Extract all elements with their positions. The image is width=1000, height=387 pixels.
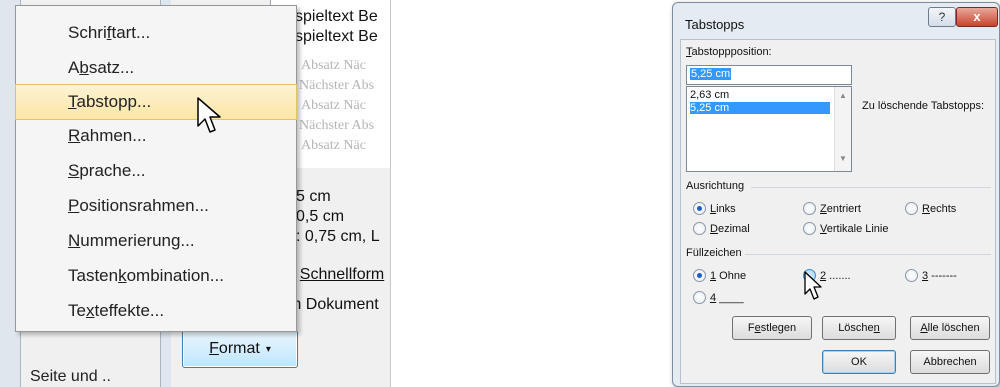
scroll-up-icon[interactable]: ▲: [835, 91, 851, 100]
ok-button[interactable]: OK: [822, 350, 896, 374]
radio-vertical-line[interactable]: Vertikale Linie: [803, 222, 889, 235]
tabs-dialog: Tabstopps ? x Tabstoppposition: 5,25 cm …: [672, 2, 1000, 387]
delete-all-button[interactable]: Alle löschen: [910, 316, 990, 340]
set-button[interactable]: Festlegen: [732, 316, 812, 340]
format-menu: Schriftart... Absatz... Tabstopp... Rahm…: [15, 5, 297, 332]
cancel-button[interactable]: Abbrechen: [910, 350, 990, 374]
word-dialog-fragment: Seite und .. spieltext Be spieltext Be A…: [0, 0, 391, 387]
menu-item-paragraph[interactable]: Absatz...: [16, 51, 296, 85]
list-item[interactable]: 2,63 cm: [690, 89, 830, 101]
menu-item-frame[interactable]: Positionsrahmen...: [16, 189, 296, 223]
bottom-text: Seite und ..: [30, 368, 111, 385]
menu-item-tabs[interactable]: Tabstopp...: [15, 84, 297, 120]
fill-group-title: Füllzeichen: [686, 247, 742, 259]
radio-decimal[interactable]: Dezimal: [693, 222, 750, 235]
help-button[interactable]: ?: [928, 7, 956, 27]
preview-ghost: Absatz Näc: [301, 58, 366, 73]
scroll-down-icon[interactable]: ▼: [835, 154, 851, 163]
radio-dot: [693, 291, 706, 304]
preview-line: spieltext Be: [295, 8, 378, 25]
radio-left[interactable]: Links: [693, 202, 736, 215]
quick-style-line: r Schnellform: [290, 266, 384, 284]
menu-item-language[interactable]: Sprache...: [16, 154, 296, 188]
tab-position-list[interactable]: 2,63 cm 5,25 cm ▲ ▼: [686, 86, 852, 172]
menu-item-shortcut[interactable]: Tastenkombination...: [16, 259, 296, 293]
radio-fill-underline[interactable]: 4 ____: [693, 291, 744, 304]
menu-item-border[interactable]: Rahmen...: [16, 119, 296, 153]
radio-dot: [693, 269, 706, 282]
quick-style-link[interactable]: Schnellform: [300, 266, 384, 283]
radio-dot: [905, 202, 918, 215]
delete-button[interactable]: Löschen: [822, 316, 896, 340]
desc-line: 5 cm: [296, 188, 331, 205]
radio-dot: [693, 222, 706, 235]
desc-line: 0,5 cm: [296, 208, 345, 225]
format-button[interactable]: Format ▾: [182, 330, 298, 368]
menu-item-text-effects[interactable]: Texteffekte...: [16, 294, 296, 328]
preview-ghost: Absatz Näc: [301, 138, 366, 153]
list-scrollbar[interactable]: ▲ ▼: [834, 87, 851, 171]
radio-dot: [803, 222, 816, 235]
dialog-body: Tabstoppposition: 5,25 cm 2,63 cm 5,25 c…: [680, 39, 996, 384]
menu-item-font[interactable]: Schriftart...: [16, 16, 296, 50]
preview-ghost: Nächster Abs: [299, 118, 375, 133]
preview-ghost: Nächster Abs: [299, 78, 375, 93]
mouse-pointer-icon: [197, 97, 221, 133]
mouse-pointer-icon: [804, 271, 822, 300]
desc-line: m Dokument: [288, 296, 379, 313]
radio-right[interactable]: Rechts: [905, 202, 956, 215]
radio-fill-none[interactable]: 1 Ohne: [693, 269, 746, 282]
preview-ghost: Absatz Näc: [301, 98, 366, 113]
menu-item-numbering[interactable]: Nummerierung...: [16, 224, 296, 258]
radio-dot: [693, 202, 706, 215]
chevron-down-icon: ▾: [265, 343, 271, 355]
alignment-group-title: Ausrichtung: [686, 180, 745, 192]
divider: [745, 254, 991, 255]
divider: [751, 187, 991, 188]
dialog-title: Tabstopps: [685, 17, 745, 32]
close-button[interactable]: x: [956, 7, 998, 27]
list-item[interactable]: 5,25 cm: [690, 102, 830, 114]
preview-line: spieltext Be: [295, 28, 378, 45]
desc-line: : 0,75 cm, L: [296, 228, 380, 245]
tab-position-label: Tabstoppposition:: [686, 46, 772, 58]
radio-fill-dashes[interactable]: 3 -------: [905, 269, 957, 282]
radio-dot: [803, 202, 816, 215]
radio-dot: [905, 269, 918, 282]
radio-center[interactable]: Zentriert: [803, 202, 861, 215]
tab-position-input[interactable]: 5,25 cm: [686, 65, 852, 85]
format-button-label: Format: [209, 340, 260, 357]
to-delete-label: Zu löschende Tabstopps:: [862, 100, 985, 112]
